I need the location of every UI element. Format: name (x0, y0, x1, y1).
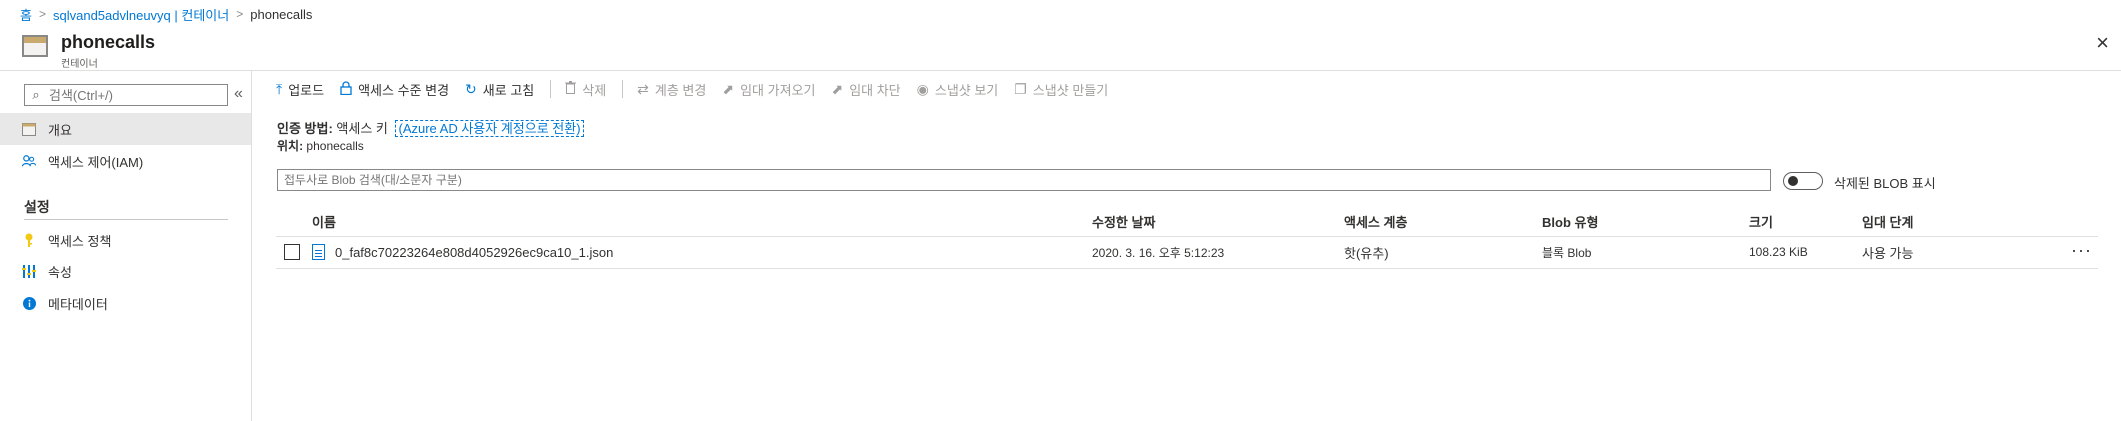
sidebar-item-access-policy[interactable]: 액세스 정책 (0, 224, 251, 256)
info-icon (22, 296, 36, 310)
sidebar-item-metadata[interactable]: 메타데이터 (0, 287, 251, 319)
size-cell: 108.23 KiB (1749, 245, 1808, 259)
upload-label: 업로드 (288, 82, 325, 98)
auth-method: 인증 방법: 액세스 키 (Azure AD 사용자 계정으로 전환) (277, 118, 584, 137)
blob-name[interactable]: 0_faf8c70223264e808d4052926ec9ca10_1.jso… (335, 245, 613, 260)
column-header-blob-type[interactable]: Blob 유형 (1542, 206, 1598, 236)
container-icon (22, 35, 48, 57)
command-bar: ⤒ 업로드 액세스 수준 변경 ↻ 새로 고침 삭제 ⇄ 계층 변경 ⬈ 임대 (252, 71, 2121, 107)
lock-icon (340, 80, 352, 98)
location: 위치: phonecalls (277, 137, 364, 154)
change-tier-button[interactable]: ⇄ 계층 변경 (637, 80, 706, 99)
sidebar-section-settings: 설정 (24, 199, 50, 215)
file-icon (312, 244, 325, 260)
refresh-icon: ↻ (465, 80, 477, 97)
overview-icon (22, 122, 36, 136)
column-header-lease[interactable]: 임대 단계 (1862, 206, 1913, 236)
blob-type-cell: 블록 Blob (1542, 245, 1592, 260)
acquire-lease-label: 임대 가져오기 (740, 82, 816, 98)
trash-icon (565, 81, 577, 97)
change-access-level-label: 액세스 수준 변경 (358, 82, 450, 98)
broken-link-icon: ⬈ (831, 80, 844, 97)
sidebar-item-overview[interactable]: 개요 (0, 113, 251, 145)
auth-method-value: 액세스 키 (336, 121, 388, 136)
create-snapshot-label: 스냅샷 만들기 (1032, 82, 1109, 98)
lease-cell: 사용 가능 (1862, 245, 1914, 261)
column-header-tier[interactable]: 액세스 계층 (1344, 206, 1407, 236)
row-checkbox[interactable] (284, 244, 300, 260)
blob-name-cell[interactable]: 0_faf8c70223264e808d4052926ec9ca10_1.jso… (312, 236, 613, 268)
upload-icon: ⤒ (276, 80, 283, 97)
show-deleted-label: 삭제된 BLOB 표시 (1834, 176, 1936, 191)
snapshot-icon: ❐ (1014, 80, 1027, 97)
properties-icon (22, 264, 36, 278)
breadcrumb-current: phonecalls (250, 6, 313, 22)
key-icon (22, 233, 36, 247)
sidebar-item-label: 속성 (48, 264, 72, 280)
more-options-icon[interactable]: ··· (2071, 240, 2092, 261)
main-content: ⤒ 업로드 액세스 수준 변경 ↻ 새로 고침 삭제 ⇄ 계층 변경 ⬈ 임대 (252, 71, 2121, 421)
column-header-size[interactable]: 크기 (1749, 206, 1773, 236)
collapse-icon[interactable]: « (234, 85, 243, 103)
change-tier-label: 계층 변경 (654, 82, 707, 98)
break-lease-button[interactable]: ⬈ 임대 차단 (831, 80, 900, 99)
table-header: 이름 수정한 날짜 액세스 계층 Blob 유형 크기 임대 단계 (276, 206, 2098, 237)
acquire-lease-button[interactable]: ⬈ 임대 가져오기 (722, 80, 815, 99)
auth-method-label: 인증 방법: (277, 121, 333, 136)
chevron-right-icon: > (38, 7, 46, 21)
chevron-right-icon: > (236, 7, 244, 21)
switch-to-azure-ad-link[interactable]: (Azure AD 사용자 계정으로 전환) (395, 120, 584, 137)
upload-button[interactable]: ⤒ 업로드 (276, 80, 324, 99)
search-icon: ⌕ (32, 87, 40, 102)
column-header-name[interactable]: 이름 (312, 206, 336, 236)
page-subtitle: 컨테이너 (61, 59, 98, 70)
column-header-modified[interactable]: 수정한 날짜 (1092, 206, 1155, 236)
page-title: phonecalls (61, 32, 156, 52)
blob-search-input[interactable] (277, 169, 1771, 191)
view-snapshots-button[interactable]: ◉ 스냅샷 보기 (917, 80, 999, 99)
modified-cell: 2020. 3. 16. 오후 5:12:23 (1092, 245, 1225, 260)
sidebar-search-input[interactable] (47, 86, 221, 104)
sidebar-item-label: 메타데이터 (48, 296, 108, 312)
eye-icon: ◉ (916, 80, 929, 97)
refresh-label: 새로 고침 (482, 82, 535, 98)
breadcrumb: 홈 > sqlvand5advlneuvyq | 컨테이너 > phonecal… (20, 4, 312, 24)
toggle-knob (1788, 176, 1798, 186)
sidebar: ⌕ « 개요 액세스 제어(IAM) 설정 액세스 정책 속성 메타데이터 (0, 71, 252, 421)
link-icon: ⬈ (722, 80, 735, 97)
people-icon (22, 154, 36, 168)
sidebar-item-label: 액세스 정책 (48, 233, 112, 249)
refresh-button[interactable]: ↻ 새로 고침 (465, 80, 534, 99)
show-deleted-toggle[interactable] (1783, 172, 1823, 190)
sidebar-item-label: 액세스 제어(IAM) (48, 154, 144, 170)
location-value: phonecalls (306, 139, 364, 153)
close-icon[interactable]: × (2096, 30, 2109, 56)
swap-icon: ⇄ (637, 80, 649, 97)
breadcrumb-home-link[interactable]: 홈 (20, 5, 32, 24)
breadcrumb-account-link[interactable]: sqlvand5advlneuvyq | 컨테이너 (53, 5, 229, 24)
change-access-level-button[interactable]: 액세스 수준 변경 (340, 80, 449, 99)
sidebar-item-properties[interactable]: 속성 (0, 255, 251, 287)
resource-header: phonecalls 컨테이너 × (0, 26, 2121, 71)
sidebar-item-label: 개요 (48, 122, 72, 138)
view-snapshots-label: 스냅샷 보기 (934, 82, 999, 98)
toolbar-divider (622, 80, 624, 98)
delete-button[interactable]: 삭제 (565, 80, 606, 99)
location-label: 위치: (277, 139, 304, 153)
sidebar-item-iam[interactable]: 액세스 제어(IAM) (0, 145, 251, 177)
toolbar-divider (550, 80, 552, 98)
create-snapshot-button[interactable]: ❐ 스냅샷 만들기 (1014, 80, 1108, 99)
table-row[interactable]: 0_faf8c70223264e808d4052926ec9ca10_1.jso… (276, 236, 2098, 269)
tier-cell: 핫(유추) (1344, 245, 1389, 261)
divider (24, 219, 228, 220)
break-lease-label: 임대 차단 (849, 82, 901, 98)
delete-label: 삭제 (582, 82, 607, 98)
sidebar-search[interactable]: ⌕ (24, 84, 228, 106)
